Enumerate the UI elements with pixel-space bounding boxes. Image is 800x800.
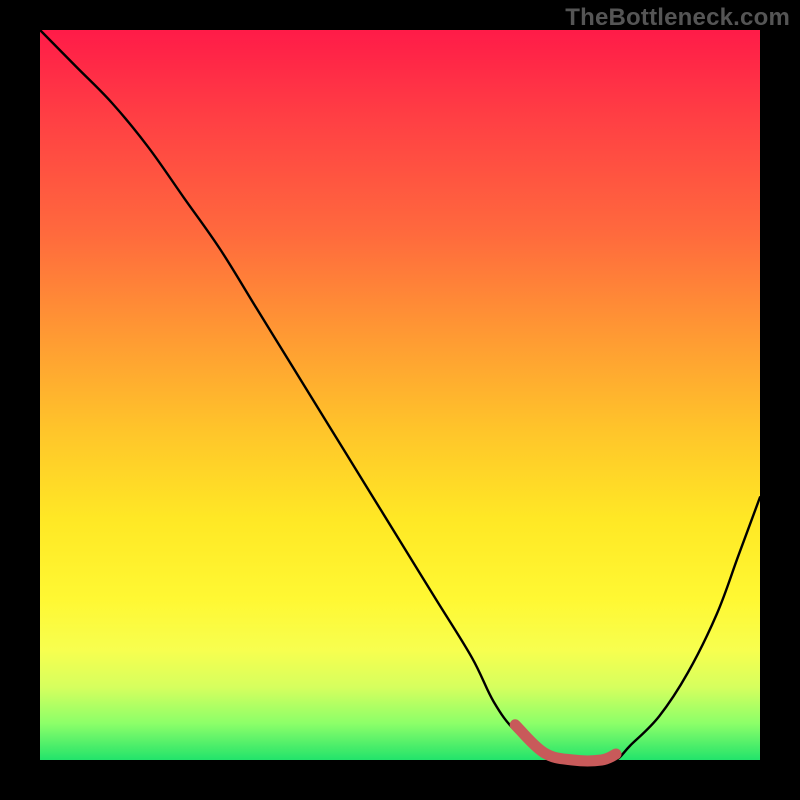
- bottleneck-curve: [40, 30, 760, 761]
- chart-area: [40, 30, 760, 760]
- optimal-range-marker: [515, 725, 616, 761]
- watermark-text: TheBottleneck.com: [565, 4, 790, 32]
- chart-svg: [40, 30, 760, 760]
